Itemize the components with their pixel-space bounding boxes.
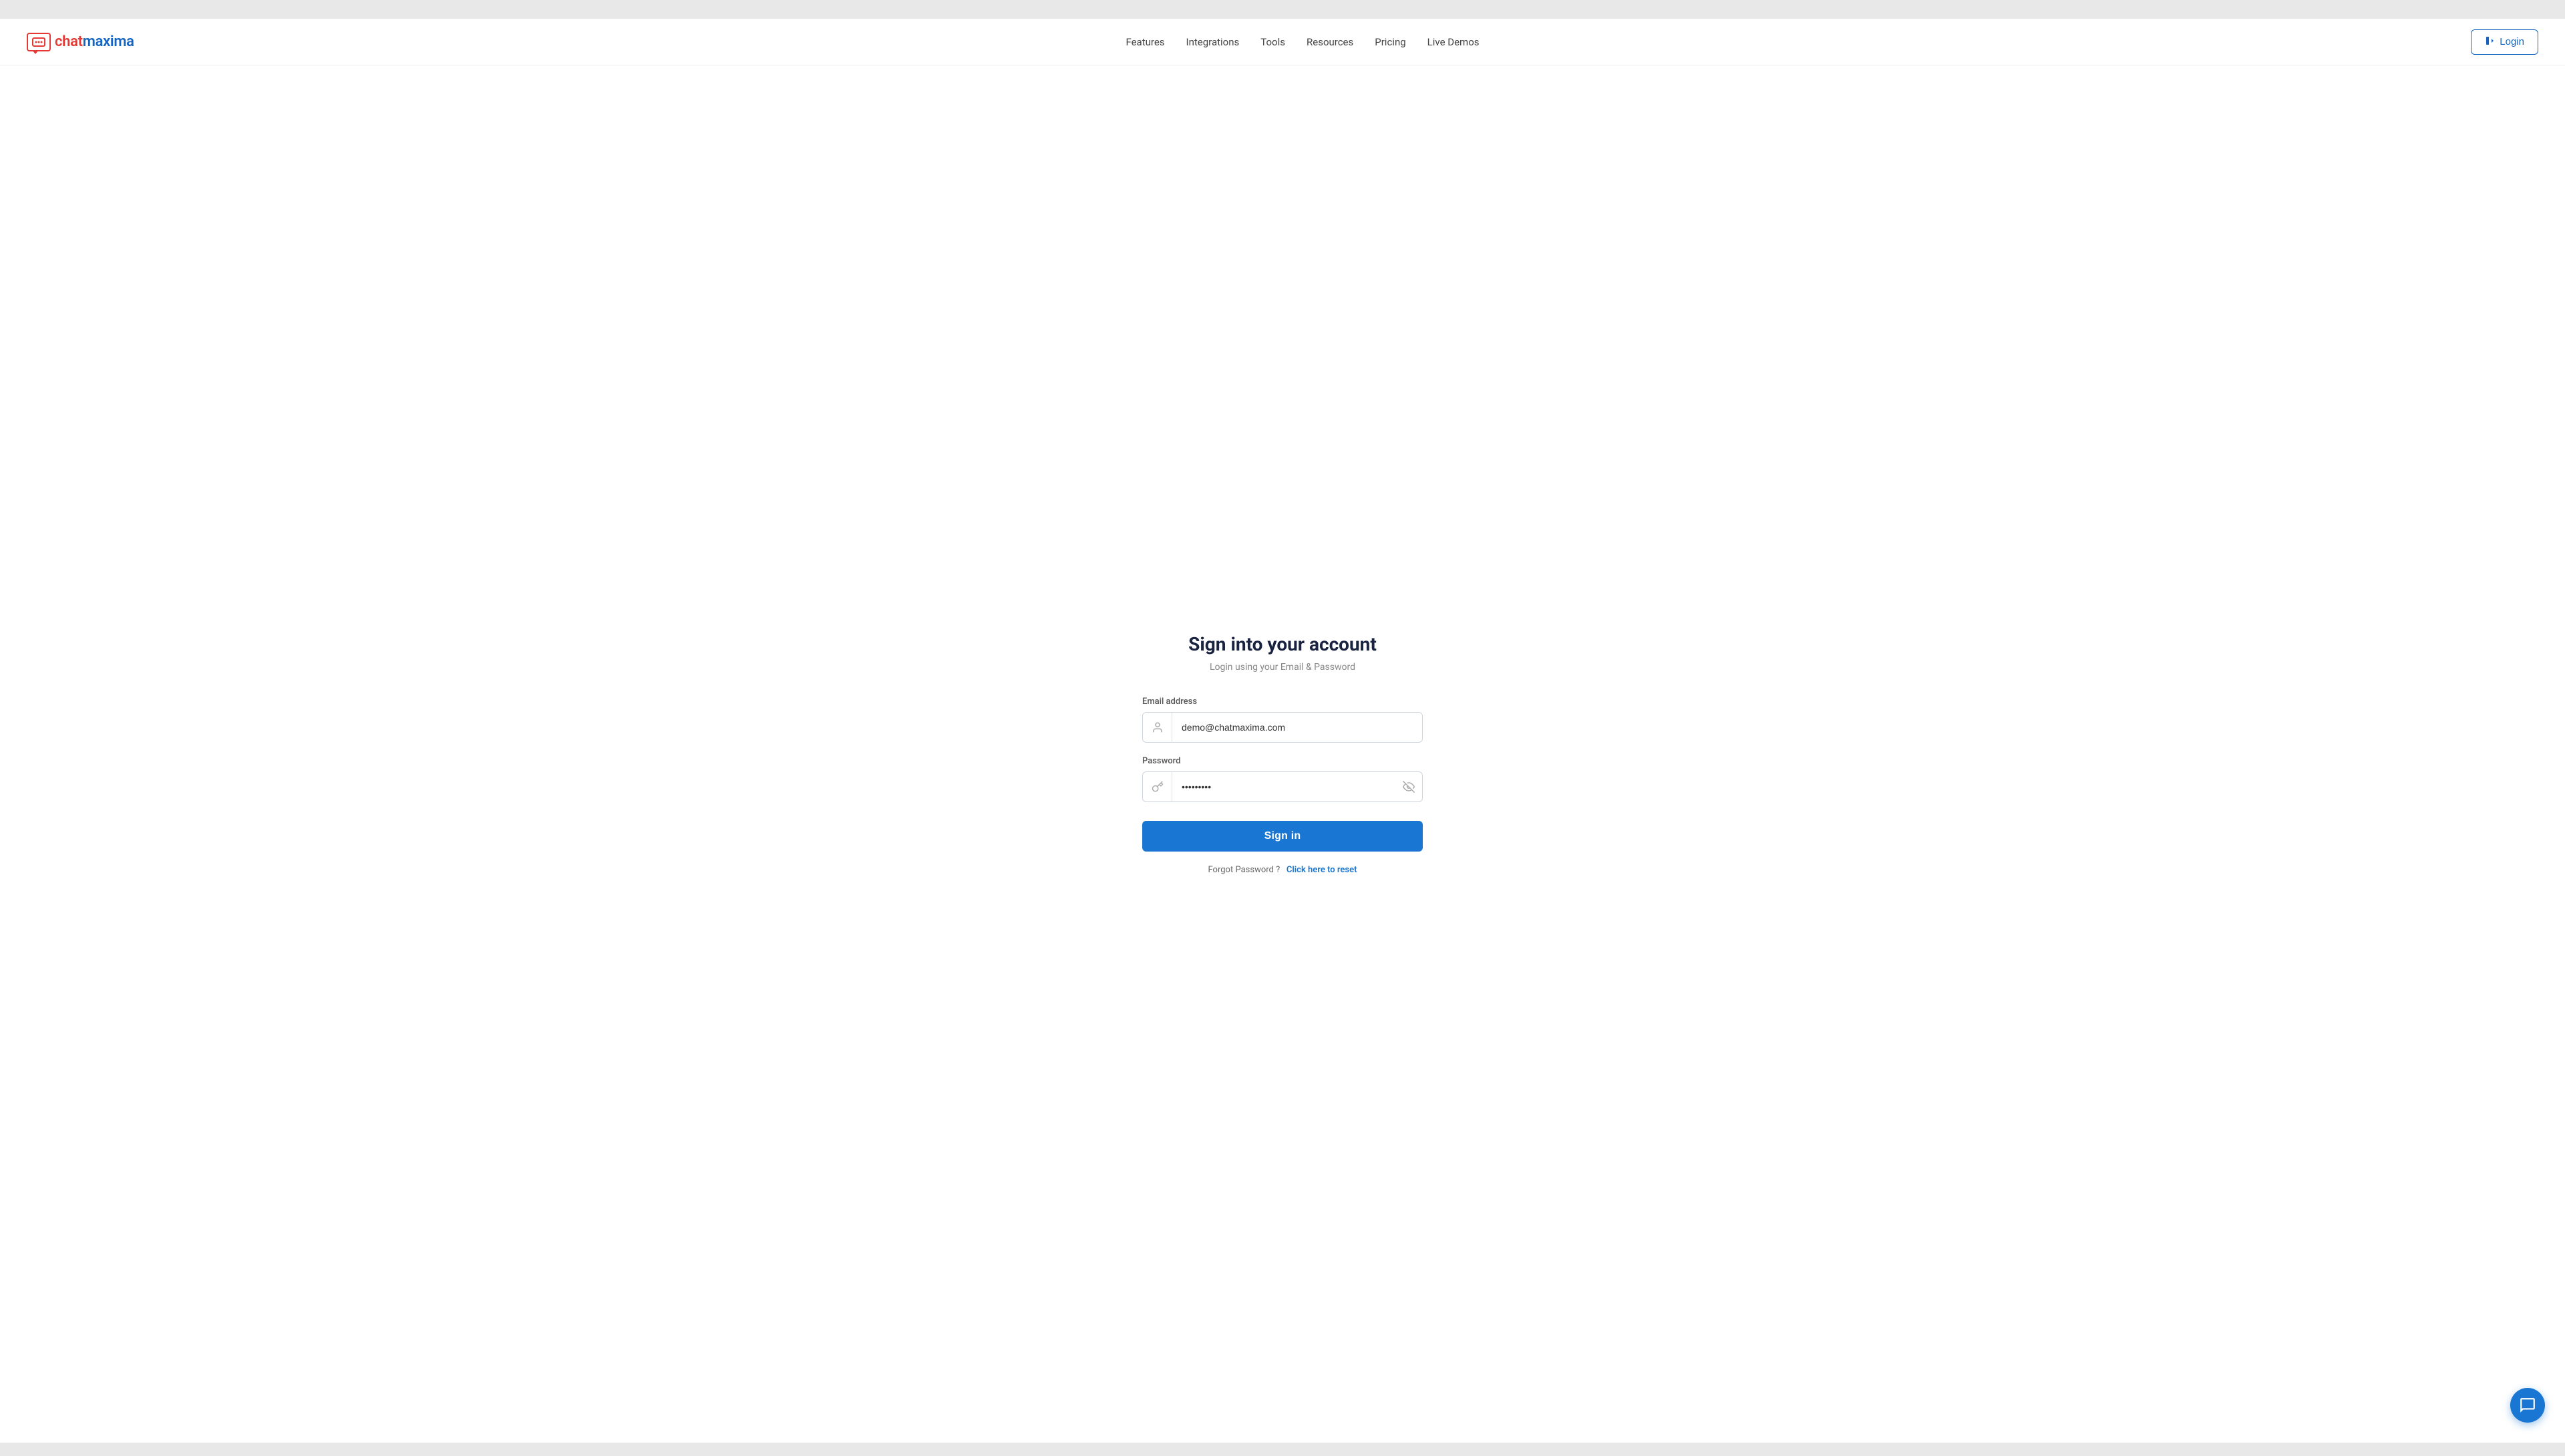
login-button[interactable]: Login — [2471, 29, 2538, 55]
browser-chrome-bottom — [0, 1443, 2565, 1456]
email-form-group: Email address — [1142, 697, 1423, 743]
eye-off-icon[interactable] — [1395, 781, 1422, 793]
nav-item-features[interactable]: Features — [1126, 35, 1164, 48]
password-form-group: Password — [1142, 756, 1423, 802]
email-input[interactable] — [1172, 713, 1422, 742]
key-icon — [1143, 772, 1172, 801]
login-form: Email address Password — [1142, 697, 1423, 865]
nav-link-integrations[interactable]: Integrations — [1186, 36, 1240, 48]
login-icon — [2485, 35, 2496, 49]
sign-in-button[interactable]: Sign in — [1142, 821, 1423, 852]
page-wrapper: chatmaxima Features Integrations Tools R… — [0, 19, 2565, 1443]
user-icon — [1143, 713, 1172, 742]
forgot-password-section: Forgot Password ? Click here to reset — [1208, 865, 1357, 875]
nav-item-pricing[interactable]: Pricing — [1375, 35, 1405, 48]
nav-link-features[interactable]: Features — [1126, 36, 1164, 48]
password-input[interactable] — [1172, 772, 1395, 801]
nav-link-tools[interactable]: Tools — [1260, 36, 1285, 48]
login-subtitle: Login using your Email & Password — [1210, 662, 1355, 673]
nav-item-integrations[interactable]: Integrations — [1186, 35, 1240, 48]
nav-links: Features Integrations Tools Resources Pr… — [1126, 35, 1479, 48]
logo[interactable]: chatmaxima — [27, 33, 134, 51]
login-button-label: Login — [2500, 36, 2524, 47]
reset-password-link[interactable]: Click here to reset — [1287, 865, 1357, 875]
email-label: Email address — [1142, 697, 1423, 707]
browser-chrome-top — [0, 0, 2565, 19]
chat-widget-button[interactable] — [2510, 1388, 2545, 1423]
nav-item-live-demos[interactable]: Live Demos — [1427, 35, 1480, 48]
logo-text: chatmaxima — [55, 33, 134, 50]
logo-icon — [27, 33, 51, 51]
nav-link-resources[interactable]: Resources — [1307, 36, 1353, 48]
main-content: Sign into your account Login using your … — [0, 65, 2565, 1443]
nav-item-resources[interactable]: Resources — [1307, 35, 1353, 48]
password-label: Password — [1142, 756, 1423, 766]
nav-link-live-demos[interactable]: Live Demos — [1427, 36, 1480, 48]
login-card: Sign into your account Login using your … — [1142, 633, 1423, 875]
email-input-wrapper — [1142, 712, 1423, 743]
forgot-password-text: Forgot Password ? — [1208, 865, 1280, 875]
login-title: Sign into your account — [1188, 633, 1377, 655]
password-input-wrapper — [1142, 771, 1423, 802]
sign-in-label: Sign in — [1264, 830, 1301, 842]
navbar: chatmaxima Features Integrations Tools R… — [0, 19, 2565, 65]
nav-link-pricing[interactable]: Pricing — [1375, 36, 1405, 48]
nav-item-tools[interactable]: Tools — [1260, 35, 1285, 48]
